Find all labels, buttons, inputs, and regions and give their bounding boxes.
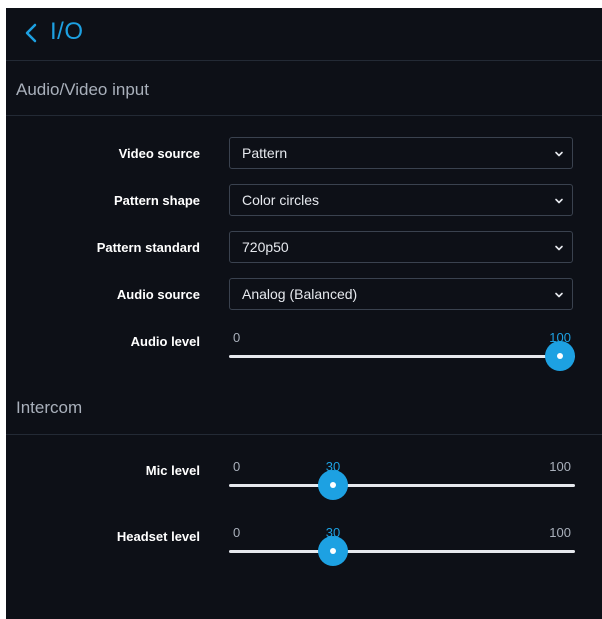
video-source-select[interactable]: Pattern <box>229 137 573 169</box>
page-title: I/O <box>50 18 84 45</box>
back-button[interactable] <box>16 18 46 48</box>
section-divider-av <box>6 115 602 116</box>
slider-track[interactable] <box>229 355 575 358</box>
slider-thumb[interactable] <box>317 470 348 500</box>
page-header: I/O <box>6 8 602 60</box>
audio-source-select[interactable]: Analog (Balanced) <box>229 278 573 310</box>
pattern-standard-label: Pattern standard <box>96 240 200 255</box>
pattern-standard-value: 720p50 <box>242 239 289 255</box>
video-source-value: Pattern <box>242 145 288 161</box>
header-divider <box>6 60 602 61</box>
section-title-intercom: Intercom <box>16 398 83 417</box>
headset-level-label: Headset level <box>116 529 200 544</box>
slider-max-label: 100 <box>549 459 571 474</box>
chevron-down-icon <box>555 151 563 157</box>
pattern-shape-label: Pattern shape <box>114 193 200 208</box>
video-source-label: Video source <box>118 146 200 161</box>
chevron-down-icon <box>555 292 563 298</box>
audio-level-label: Audio level <box>130 334 200 349</box>
slider-thumb[interactable] <box>545 341 575 371</box>
chevron-left-icon <box>25 23 37 43</box>
slider-track[interactable] <box>229 484 575 487</box>
chevron-down-icon <box>555 245 563 251</box>
section-title-av-input: Audio/Video input <box>16 80 149 99</box>
io-settings-panel: I/O Audio/Video input Video source Patte… <box>6 8 602 619</box>
slider-min-label: 0 <box>233 525 241 540</box>
audio-source-label: Audio source <box>116 287 200 302</box>
slider-track[interactable] <box>229 550 575 553</box>
headset-level-slider[interactable]: 0 30 100 <box>229 525 575 577</box>
slider-max-label: 100 <box>549 525 571 540</box>
mic-level-label: Mic level <box>145 463 200 478</box>
audio-source-value: Analog (Balanced) <box>242 286 358 302</box>
mic-level-slider[interactable]: 0 30 100 <box>229 459 575 511</box>
pattern-standard-select[interactable]: 720p50 <box>229 231 573 263</box>
chevron-down-icon <box>555 198 563 204</box>
slider-min-label: 0 <box>233 330 241 345</box>
section-divider-intercom <box>6 434 602 435</box>
pattern-shape-value: Color circles <box>242 192 320 208</box>
slider-thumb[interactable] <box>317 536 348 566</box>
pattern-shape-select[interactable]: Color circles <box>229 184 573 216</box>
audio-level-slider[interactable]: 0 100 <box>229 330 575 382</box>
slider-min-label: 0 <box>233 459 241 474</box>
